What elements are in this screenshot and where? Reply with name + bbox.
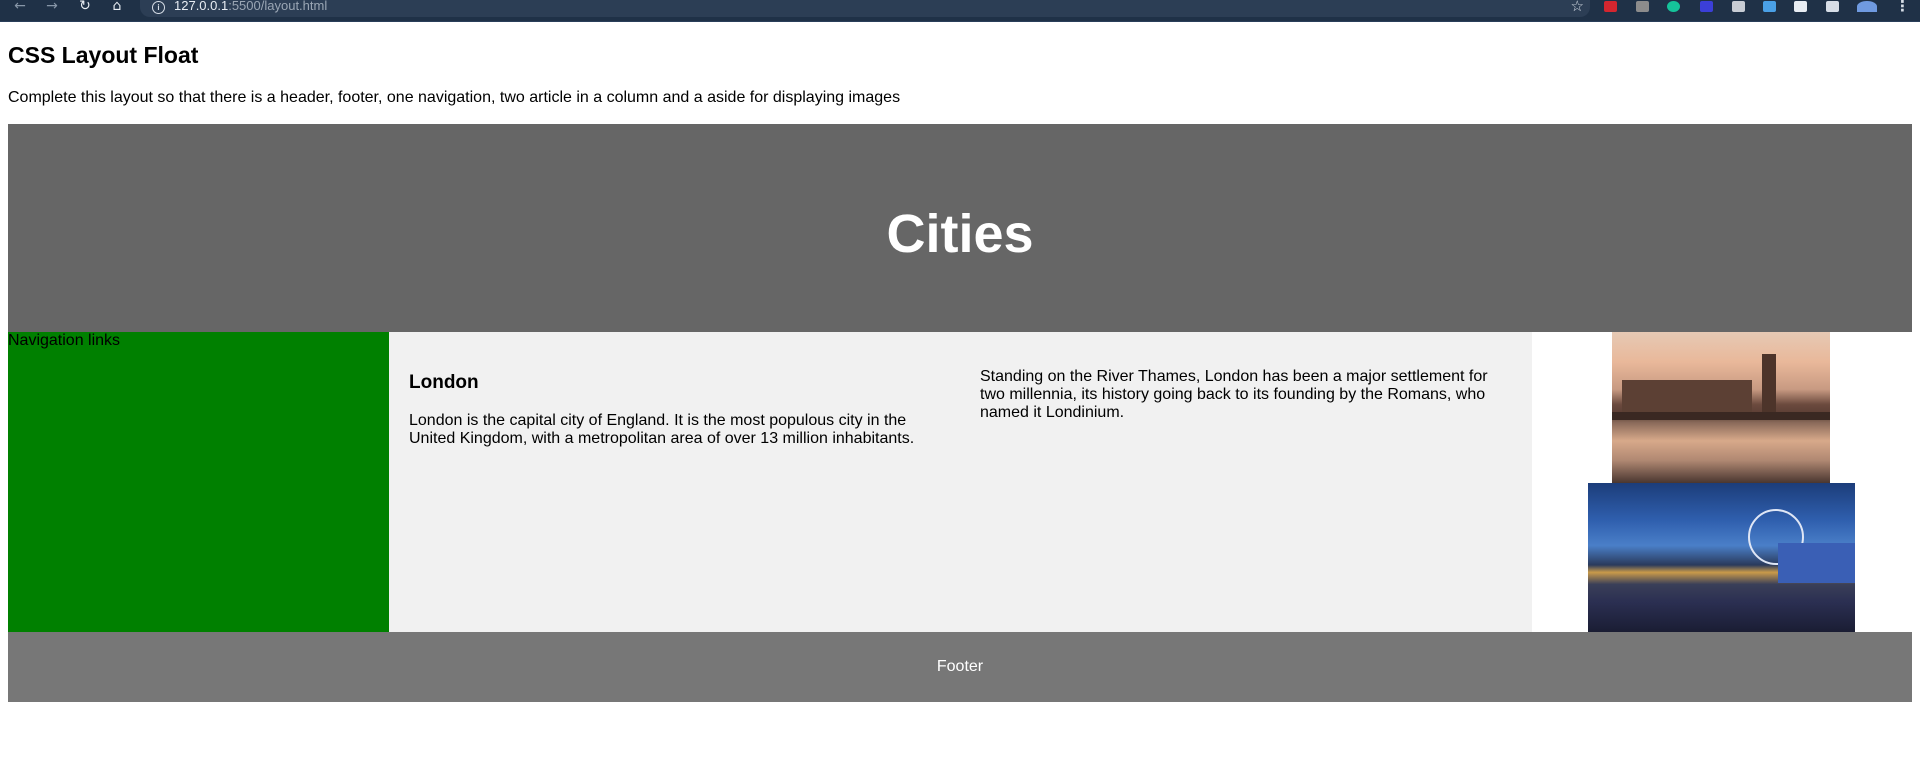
article-text: Standing on the River Thames, London has… xyxy=(980,368,1488,421)
bookmark-star-icon[interactable]: ☆ xyxy=(1571,0,1584,15)
article-text: London is the capital city of England. I… xyxy=(409,412,915,447)
extension-grammarly-icon[interactable] xyxy=(1667,1,1680,12)
reload-icon[interactable]: ↻ xyxy=(75,0,95,13)
address-bar[interactable]: i 127.0.0.1:5500/layout.html ☆ xyxy=(140,0,1590,17)
url-path: :5500/layout.html xyxy=(228,0,328,13)
site-info-icon[interactable]: i xyxy=(152,1,165,14)
navigation-links-label: Navigation links xyxy=(8,332,121,349)
article-heading: London xyxy=(409,372,479,393)
media-queue-icon[interactable] xyxy=(1826,1,1839,12)
navigation-panel: Navigation links xyxy=(8,332,389,632)
footer-label: Footer xyxy=(936,658,984,675)
article-london: London London is the capital city of Eng… xyxy=(409,372,929,448)
site-header: Cities xyxy=(8,124,1912,332)
profile-avatar-icon[interactable] xyxy=(1857,1,1877,12)
articles-section: London London is the capital city of Eng… xyxy=(389,332,1532,632)
home-icon[interactable]: ⌂ xyxy=(107,0,127,13)
extensions-puzzle-icon[interactable] xyxy=(1794,1,1807,12)
extension-box-icon[interactable] xyxy=(1732,1,1745,12)
url-text[interactable]: 127.0.0.1:5500/layout.html xyxy=(174,0,327,13)
westminster-image xyxy=(1612,332,1830,483)
extension-window-icon[interactable] xyxy=(1763,1,1776,12)
page-title: CSS Layout Float xyxy=(8,42,199,68)
forward-arrow-icon[interactable]: → xyxy=(42,0,62,13)
extension-badge-icon[interactable] xyxy=(1700,1,1713,12)
browser-toolbar: ← → ↻ ⌂ i 127.0.0.1:5500/layout.html ☆ ⋮ xyxy=(0,0,1920,22)
article-history: Standing on the River Thames, London has… xyxy=(980,368,1510,422)
browser-menu-icon[interactable]: ⋮ xyxy=(1895,0,1910,15)
london-eye-image xyxy=(1588,483,1855,632)
extension-shield-icon[interactable] xyxy=(1604,1,1617,12)
extension-k-icon[interactable] xyxy=(1636,1,1649,12)
back-arrow-icon[interactable]: ← xyxy=(10,0,30,13)
url-host: 127.0.0.1 xyxy=(174,0,229,13)
image-aside xyxy=(1532,332,1912,632)
site-footer: Footer xyxy=(8,632,1912,702)
header-heading: Cities xyxy=(886,204,1034,264)
page-description: Complete this layout so that there is a … xyxy=(8,89,901,106)
